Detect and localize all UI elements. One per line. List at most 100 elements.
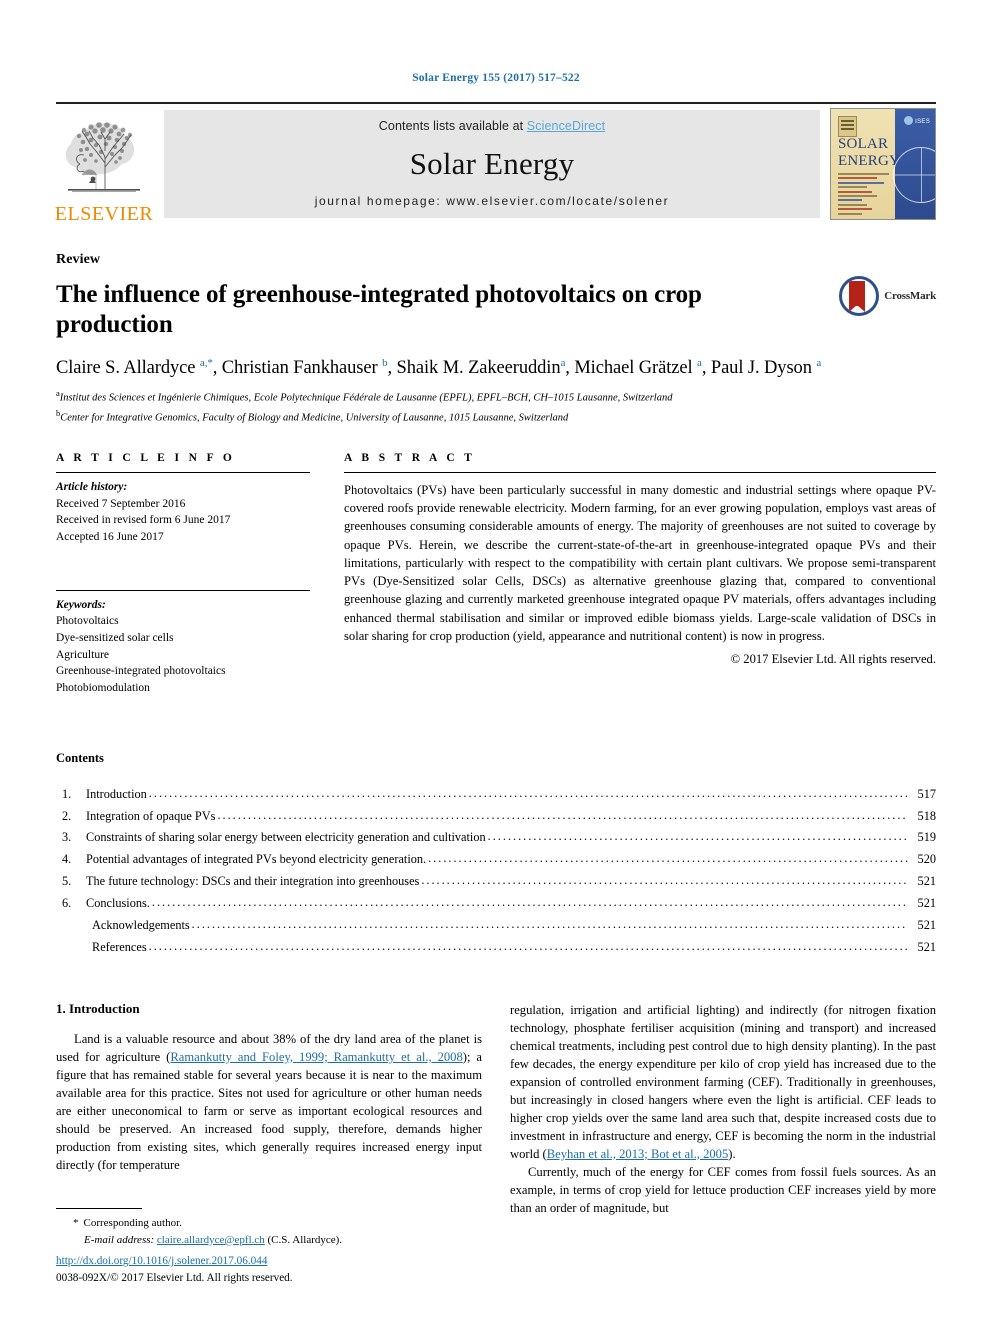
abstract-copyright: © 2017 Elsevier Ltd. All rights reserved…: [730, 652, 936, 667]
article-info-heading: A R T I C L E I N F O: [56, 451, 236, 464]
affiliation-b: bCenter for Integrative Genomics, Facult…: [56, 407, 936, 426]
toc-row[interactable]: 2. Integration of opaque PVs.............…: [56, 806, 936, 828]
toc-dot-leader: ........................................…: [217, 807, 908, 822]
toc-page-number: 521: [917, 939, 936, 954]
cover-line: [838, 173, 889, 175]
citation-link[interactable]: Ramankutty and Foley, 1999; Ramankutty e…: [170, 1050, 462, 1064]
article-page: Solar Energy 155 (2017) 517–522 ELSEVIER…: [0, 0, 992, 1323]
keyword-item: Dye-sensitized solar cells: [56, 632, 174, 644]
paragraph-text: regulation, irrigation and artificial li…: [510, 1002, 936, 1161]
corresponding-author-note: * Corresponding author.: [56, 1215, 482, 1232]
page-title: The influence of greenhouse-integrated p…: [56, 281, 702, 338]
keywords-block: Keywords: Photovoltaics Dye-sensitized s…: [56, 589, 310, 697]
toc-number: 2.: [62, 808, 72, 823]
ises-dot-icon: [904, 116, 914, 125]
email-suffix: (C.S. Allardyce).: [267, 1233, 343, 1246]
body-column-left: 1. Introduction Land is a valuable resou…: [56, 1001, 482, 1249]
article-type: Review: [56, 252, 101, 267]
cover-ises-logo: ISES: [904, 116, 930, 125]
journal-homepage[interactable]: journal homepage: www.elsevier.com/locat…: [315, 194, 670, 208]
issn-copyright: 0038-092X/© 2017 Elsevier Ltd. All right…: [56, 1272, 293, 1285]
toc-page-number: 520: [917, 852, 936, 867]
cover-title-line1: SOLAR: [838, 136, 889, 152]
contents-heading: Contents: [56, 750, 104, 765]
cover-line: [838, 212, 862, 215]
toc-label[interactable]: Conclusions.: [86, 893, 150, 915]
toc-page-number: 519: [917, 830, 936, 845]
crossmark-badge[interactable]: CrossMark: [839, 276, 936, 316]
keywords-list: Keywords: Photovoltaics Dye-sensitized s…: [56, 591, 310, 697]
toc-number: 5.: [62, 874, 72, 889]
journal-masthead: ELSEVIER Contents lists available at Sci…: [54, 102, 936, 226]
toc-row[interactable]: 5. The future technology: DSCs and their …: [56, 871, 936, 893]
toc-page-number: 521: [917, 896, 936, 911]
toc-label[interactable]: Constraints of sharing solar energy betw…: [86, 827, 486, 849]
toc-number: 3.: [62, 830, 72, 845]
paragraph: Land is a valuable resource and about 38…: [56, 1030, 482, 1174]
keyword-item: Greenhouse-integrated photovoltaics: [56, 665, 226, 678]
keywords-label: Keywords:: [56, 598, 106, 611]
doi-link[interactable]: http://dx.doi.org/10.1016/j.solener.2017…: [56, 1255, 267, 1267]
corresponding-author-text: Corresponding author.: [83, 1216, 182, 1229]
email-label: E-mail address:: [84, 1233, 155, 1246]
abstract-column: A B S T R A C T Photovoltaics (PVs) have…: [344, 452, 936, 697]
elsevier-logo: ELSEVIER: [54, 104, 154, 226]
cover-title-line2: ENERGY: [838, 153, 901, 169]
cover-elsevier-badge-icon: [838, 116, 857, 137]
toc-page-number: 521: [917, 917, 936, 932]
toc-label[interactable]: Potential advantages of integrated PVs b…: [86, 849, 426, 871]
article-history: Article history: Received 7 September 20…: [56, 473, 310, 546]
toc-label[interactable]: Integration of opaque PVs: [86, 806, 215, 828]
toc-row[interactable]: Acknowledgements........................…: [56, 915, 936, 937]
sciencedirect-link[interactable]: ScienceDirect: [527, 119, 605, 133]
running-head: Solar Energy 155 (2017) 517–522: [412, 72, 580, 84]
toc-dot-leader: ........................................…: [428, 851, 908, 866]
email-link[interactable]: claire.allardyce@epfl.ch: [157, 1234, 265, 1246]
toc-label[interactable]: The future technology: DSCs and their in…: [86, 871, 419, 893]
toc-row[interactable]: 1. Introduction..........................…: [56, 784, 936, 806]
cover-line: [838, 203, 868, 206]
toc-label[interactable]: Introduction: [86, 784, 147, 806]
table-of-contents: 1. Introduction..........................…: [56, 784, 936, 959]
toc-page-number: 518: [917, 808, 936, 823]
toc-dot-leader: ........................................…: [191, 916, 908, 931]
article-header: Review The influence of greenhouse-integ…: [56, 252, 936, 426]
journal-cover-thumbnail[interactable]: ISES SOLAR ENERGY: [830, 108, 936, 220]
paragraph: regulation, irrigation and artificial li…: [510, 1001, 936, 1163]
keyword-item: Photobiomodulation: [56, 682, 150, 695]
toc-label[interactable]: Acknowledgements: [86, 915, 190, 937]
crossmark-icon: [839, 276, 880, 316]
toc-label[interactable]: References: [86, 937, 147, 959]
abstract-text: Photovoltaics (PVs) have been particular…: [344, 482, 936, 643]
citation-link[interactable]: Beyhan et al., 2013; Bot et al., 2005: [547, 1147, 729, 1161]
journal-title: Solar Energy: [409, 145, 575, 181]
footnote-rule: [56, 1207, 142, 1209]
info-abstract-section: A R T I C L E I N F O Article history: R…: [56, 452, 936, 697]
elsevier-wordmark: ELSEVIER: [54, 203, 154, 225]
toc-row[interactable]: 3. Constraints of sharing solar energy be…: [56, 827, 936, 849]
affiliation-a: aInstitut des Sciences et Ingénierie Chi…: [56, 387, 936, 406]
contents-available-line: Contents lists available at ScienceDirec…: [379, 119, 605, 133]
paragraph: Currently, much of the energy for CEF co…: [510, 1164, 936, 1215]
cover-line: [838, 199, 862, 202]
affiliation-text: Institut des Sciences et Ingénierie Chim…: [59, 392, 673, 404]
toc-page-number: 517: [917, 786, 936, 801]
author-list: Claire S. Allardyce a,*, Christian Fankh…: [56, 357, 822, 379]
contents-section: Contents 1. Introduction.................…: [56, 751, 936, 959]
elsevier-tree-icon: [65, 122, 140, 192]
history-item: Accepted 16 June 2017: [56, 530, 164, 543]
cover-line: [838, 190, 872, 193]
footnote-block: * Corresponding author. E-mail address: c…: [56, 1207, 482, 1249]
masthead-center: Contents lists available at ScienceDirec…: [164, 110, 820, 218]
toc-row[interactable]: 4. Potential advantages of integrated PVs…: [56, 849, 936, 871]
paragraph-text: ).: [728, 1146, 736, 1161]
toc-row[interactable]: 6. Conclusions...........................…: [56, 893, 936, 915]
history-item: Received 7 September 2016: [56, 497, 186, 510]
keyword-item: Photovoltaics: [56, 615, 119, 628]
toc-page-number: 521: [917, 874, 936, 889]
toc-row[interactable]: References..............................…: [56, 937, 936, 959]
toc-dot-leader: ........................................…: [421, 873, 908, 888]
document-footer: http://dx.doi.org/10.1016/j.solener.2017…: [56, 1253, 293, 1287]
affiliation-text: Center for Integrative Genomics, Faculty…: [60, 412, 569, 424]
body-columns: 1. Introduction Land is a valuable resou…: [56, 1001, 936, 1249]
